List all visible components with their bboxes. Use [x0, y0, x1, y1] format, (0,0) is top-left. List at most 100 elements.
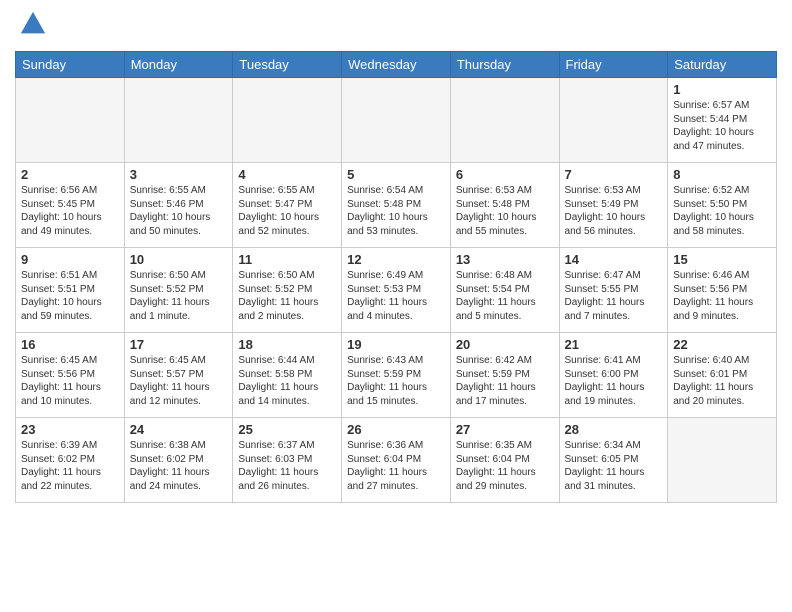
- day-number: 15: [673, 252, 771, 267]
- day-number: 23: [21, 422, 119, 437]
- calendar-week-2: 2 Sunrise: 6:56 AM Sunset: 5:45 PM Daylig…: [16, 163, 777, 248]
- day-info: Sunrise: 6:39 AM Sunset: 6:02 PM Dayligh…: [21, 439, 119, 493]
- day-number: 8: [673, 167, 771, 182]
- day-number: 4: [238, 167, 336, 182]
- day-header-monday: Monday: [124, 52, 233, 78]
- day-info: Sunrise: 6:55 AM Sunset: 5:47 PM Dayligh…: [238, 184, 336, 238]
- calendar-cell: 17 Sunrise: 6:45 AM Sunset: 5:57 PM Dayli…: [124, 333, 233, 418]
- calendar-cell: 13 Sunrise: 6:48 AM Sunset: 5:54 PM Dayli…: [450, 248, 559, 333]
- day-info: Sunrise: 6:48 AM Sunset: 5:54 PM Dayligh…: [456, 269, 554, 323]
- calendar-cell: 24 Sunrise: 6:38 AM Sunset: 6:02 PM Dayli…: [124, 418, 233, 503]
- day-info: Sunrise: 6:34 AM Sunset: 6:05 PM Dayligh…: [565, 439, 663, 493]
- day-info: Sunrise: 6:50 AM Sunset: 5:52 PM Dayligh…: [238, 269, 336, 323]
- day-number: 6: [456, 167, 554, 182]
- calendar-body: 1 Sunrise: 6:57 AM Sunset: 5:44 PM Daylig…: [16, 78, 777, 503]
- calendar-cell: 1 Sunrise: 6:57 AM Sunset: 5:44 PM Daylig…: [668, 78, 777, 163]
- day-header-friday: Friday: [559, 52, 668, 78]
- calendar-cell: 28 Sunrise: 6:34 AM Sunset: 6:05 PM Dayli…: [559, 418, 668, 503]
- day-info: Sunrise: 6:53 AM Sunset: 5:49 PM Dayligh…: [565, 184, 663, 238]
- day-info: Sunrise: 6:54 AM Sunset: 5:48 PM Dayligh…: [347, 184, 445, 238]
- day-info: Sunrise: 6:49 AM Sunset: 5:53 PM Dayligh…: [347, 269, 445, 323]
- day-info: Sunrise: 6:37 AM Sunset: 6:03 PM Dayligh…: [238, 439, 336, 493]
- day-header-row: SundayMondayTuesdayWednesdayThursdayFrid…: [16, 52, 777, 78]
- calendar-header: SundayMondayTuesdayWednesdayThursdayFrid…: [16, 52, 777, 78]
- day-info: Sunrise: 6:53 AM Sunset: 5:48 PM Dayligh…: [456, 184, 554, 238]
- calendar-cell: 19 Sunrise: 6:43 AM Sunset: 5:59 PM Dayli…: [342, 333, 451, 418]
- calendar-cell: 25 Sunrise: 6:37 AM Sunset: 6:03 PM Dayli…: [233, 418, 342, 503]
- calendar-cell: 10Sunrise: 6:50 AM Sunset: 5:52 PM Dayli…: [124, 248, 233, 333]
- day-number: 7: [565, 167, 663, 182]
- calendar-week-5: 23 Sunrise: 6:39 AM Sunset: 6:02 PM Dayli…: [16, 418, 777, 503]
- calendar-week-1: 1 Sunrise: 6:57 AM Sunset: 5:44 PM Daylig…: [16, 78, 777, 163]
- calendar-week-4: 16Sunrise: 6:45 AM Sunset: 5:56 PM Dayli…: [16, 333, 777, 418]
- calendar-cell: 20 Sunrise: 6:42 AM Sunset: 5:59 PM Dayli…: [450, 333, 559, 418]
- calendar-cell: 27 Sunrise: 6:35 AM Sunset: 6:04 PM Dayli…: [450, 418, 559, 503]
- day-info: Sunrise: 6:42 AM Sunset: 5:59 PM Dayligh…: [456, 354, 554, 408]
- calendar-cell: [668, 418, 777, 503]
- calendar-cell: 22 Sunrise: 6:40 AM Sunset: 6:01 PM Dayli…: [668, 333, 777, 418]
- day-number: 12: [347, 252, 445, 267]
- day-header-thursday: Thursday: [450, 52, 559, 78]
- day-number: 22: [673, 337, 771, 352]
- calendar-cell: [16, 78, 125, 163]
- logo-icon: [19, 10, 47, 38]
- day-header-tuesday: Tuesday: [233, 52, 342, 78]
- day-number: 27: [456, 422, 554, 437]
- day-number: 21: [565, 337, 663, 352]
- day-number: 26: [347, 422, 445, 437]
- day-info: Sunrise: 6:40 AM Sunset: 6:01 PM Dayligh…: [673, 354, 771, 408]
- calendar-cell: 14Sunrise: 6:47 AM Sunset: 5:55 PM Dayli…: [559, 248, 668, 333]
- calendar-cell: 9 Sunrise: 6:51 AM Sunset: 5:51 PM Daylig…: [16, 248, 125, 333]
- day-info: Sunrise: 6:43 AM Sunset: 5:59 PM Dayligh…: [347, 354, 445, 408]
- calendar-cell: 3Sunrise: 6:55 AM Sunset: 5:46 PM Daylig…: [124, 163, 233, 248]
- day-info: Sunrise: 6:38 AM Sunset: 6:02 PM Dayligh…: [130, 439, 228, 493]
- header: [15, 10, 777, 43]
- day-number: 11: [238, 252, 336, 267]
- day-number: 19: [347, 337, 445, 352]
- calendar-cell: [124, 78, 233, 163]
- day-info: Sunrise: 6:56 AM Sunset: 5:45 PM Dayligh…: [21, 184, 119, 238]
- day-info: Sunrise: 6:52 AM Sunset: 5:50 PM Dayligh…: [673, 184, 771, 238]
- day-number: 17: [130, 337, 228, 352]
- day-info: Sunrise: 6:50 AM Sunset: 5:52 PM Dayligh…: [130, 269, 228, 323]
- day-info: Sunrise: 6:47 AM Sunset: 5:55 PM Dayligh…: [565, 269, 663, 323]
- calendar-cell: 11 Sunrise: 6:50 AM Sunset: 5:52 PM Dayli…: [233, 248, 342, 333]
- calendar-cell: 4 Sunrise: 6:55 AM Sunset: 5:47 PM Daylig…: [233, 163, 342, 248]
- day-info: Sunrise: 6:45 AM Sunset: 5:57 PM Dayligh…: [130, 354, 228, 408]
- calendar-cell: 21 Sunrise: 6:41 AM Sunset: 6:00 PM Dayli…: [559, 333, 668, 418]
- calendar-cell: [450, 78, 559, 163]
- calendar-cell: [233, 78, 342, 163]
- day-number: 25: [238, 422, 336, 437]
- logo: [15, 10, 51, 43]
- calendar-cell: 5Sunrise: 6:54 AM Sunset: 5:48 PM Daylig…: [342, 163, 451, 248]
- day-info: Sunrise: 6:45 AM Sunset: 5:56 PM Dayligh…: [21, 354, 119, 408]
- calendar-cell: 6 Sunrise: 6:53 AM Sunset: 5:48 PM Daylig…: [450, 163, 559, 248]
- day-info: Sunrise: 6:44 AM Sunset: 5:58 PM Dayligh…: [238, 354, 336, 408]
- calendar-table: SundayMondayTuesdayWednesdayThursdayFrid…: [15, 51, 777, 503]
- day-number: 20: [456, 337, 554, 352]
- day-number: 13: [456, 252, 554, 267]
- calendar-cell: 8 Sunrise: 6:52 AM Sunset: 5:50 PM Daylig…: [668, 163, 777, 248]
- day-number: 2: [21, 167, 119, 182]
- day-header-wednesday: Wednesday: [342, 52, 451, 78]
- calendar-cell: 7 Sunrise: 6:53 AM Sunset: 5:49 PM Daylig…: [559, 163, 668, 248]
- calendar-cell: [342, 78, 451, 163]
- day-number: 9: [21, 252, 119, 267]
- calendar-week-3: 9 Sunrise: 6:51 AM Sunset: 5:51 PM Daylig…: [16, 248, 777, 333]
- day-number: 3: [130, 167, 228, 182]
- day-number: 1: [673, 82, 771, 97]
- day-info: Sunrise: 6:41 AM Sunset: 6:00 PM Dayligh…: [565, 354, 663, 408]
- day-info: Sunrise: 6:57 AM Sunset: 5:44 PM Dayligh…: [673, 99, 771, 153]
- day-header-sunday: Sunday: [16, 52, 125, 78]
- calendar-cell: 23 Sunrise: 6:39 AM Sunset: 6:02 PM Dayli…: [16, 418, 125, 503]
- day-number: 28: [565, 422, 663, 437]
- day-number: 24: [130, 422, 228, 437]
- day-info: Sunrise: 6:51 AM Sunset: 5:51 PM Dayligh…: [21, 269, 119, 323]
- day-info: Sunrise: 6:46 AM Sunset: 5:56 PM Dayligh…: [673, 269, 771, 323]
- calendar-cell: 15 Sunrise: 6:46 AM Sunset: 5:56 PM Dayli…: [668, 248, 777, 333]
- day-info: Sunrise: 6:35 AM Sunset: 6:04 PM Dayligh…: [456, 439, 554, 493]
- calendar-cell: 18 Sunrise: 6:44 AM Sunset: 5:58 PM Dayli…: [233, 333, 342, 418]
- day-number: 18: [238, 337, 336, 352]
- calendar-cell: [559, 78, 668, 163]
- day-header-saturday: Saturday: [668, 52, 777, 78]
